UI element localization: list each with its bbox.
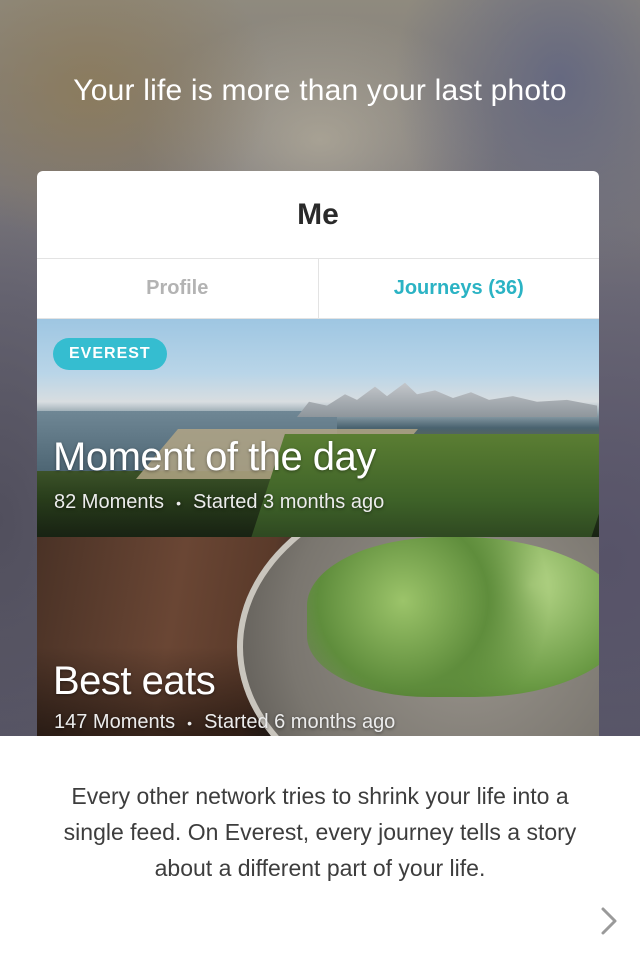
started-time: Started 6 months ago (204, 711, 396, 733)
headline: Your life is more than your last photo (73, 74, 567, 107)
journey-title: Moment of the day (53, 435, 376, 479)
chevron-right-icon[interactable] (596, 904, 622, 938)
card-title: Me (37, 171, 599, 259)
journey-meta: 147 Moments • Started 6 months ago (54, 711, 395, 734)
journey-image-salad (307, 537, 599, 697)
separator-dot: • (187, 714, 193, 731)
everest-badge: EVEREST (53, 338, 167, 370)
profile-card: Me Profile Journeys (36) EVEREST Moment … (37, 171, 599, 736)
tab-journeys[interactable]: Journeys (36) (319, 259, 600, 318)
tab-profile[interactable]: Profile (37, 259, 319, 318)
onboarding-panel: Every other network tries to shrink your… (0, 736, 640, 960)
journey-title: Best eats (53, 659, 216, 703)
tab-bar: Profile Journeys (36) (37, 259, 599, 319)
moments-count: 147 Moments (54, 711, 176, 733)
started-time: Started 3 months ago (192, 491, 385, 513)
onboarding-description: Every other network tries to shrink your… (63, 783, 577, 881)
moments-count: 82 Moments (54, 491, 165, 513)
journey-image-skyline (297, 382, 597, 417)
journey-card-best-eats[interactable]: Best eats 147 Moments • Started 6 months… (37, 537, 599, 736)
journey-card-moment-of-the-day[interactable]: EVEREST Moment of the day 82 Moments • S… (37, 319, 599, 537)
separator-dot: • (176, 494, 181, 511)
journey-meta: 82 Moments • Started 3 months ago (54, 491, 384, 514)
